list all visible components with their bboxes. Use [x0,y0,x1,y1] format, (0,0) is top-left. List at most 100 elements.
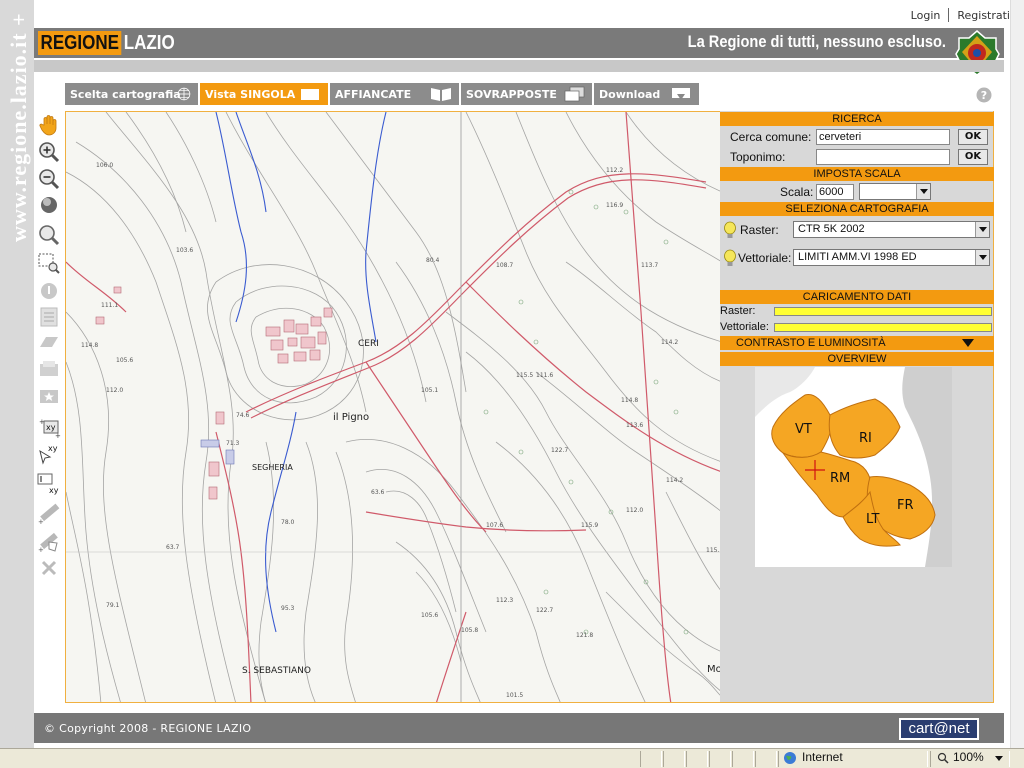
zoom-out-icon[interactable] [37,167,61,191]
tab-scelta-cartografia[interactable]: Scelta cartografia [65,83,199,105]
statusbar-cell [755,751,777,767]
overview-map[interactable]: VT RI RM FR LT [755,367,952,567]
svg-text:114.8: 114.8 [81,342,98,349]
toponimo-ok-button[interactable]: OK [958,149,988,165]
pan-hand-icon[interactable] [37,113,61,137]
map-label-ceri: CERI [358,339,379,349]
chevron-down-icon [916,184,930,199]
overview-label-vt: VT [795,422,812,437]
zoom-in-icon[interactable] [37,140,61,164]
help-icon[interactable]: ? [976,87,992,103]
vettoriale-load-label: Vettoriale: [720,321,769,333]
scala-input[interactable]: 6000 [816,184,854,200]
ricerca-header: RICERCA [720,112,994,126]
overview-label-rm: RM [830,471,850,486]
raster-select[interactable]: CTR 5K 2002 [793,221,990,238]
svg-text:112.0: 112.0 [626,507,643,514]
overview-header: OVERVIEW [720,352,994,366]
map-viewport[interactable]: 106.0 103.6 111.1 114.8 105.6 112.0 112.2 116.… [65,111,721,703]
toponimo-label: Toponimo: [730,150,786,164]
svg-text:121.8: 121.8 [576,632,593,639]
single-view-icon [301,89,319,100]
svg-text:122.7: 122.7 [551,447,568,454]
toponimo-input[interactable] [816,149,950,165]
svg-text:105.6: 105.6 [421,612,438,619]
svg-text:114.2: 114.2 [666,477,683,484]
footer-copyright: © Copyright 2008 - REGIONE LAZIO [44,722,252,735]
topographic-map[interactable]: 106.0 103.6 111.1 114.8 105.6 112.0 112.2 116.… [66,112,721,703]
logo-regione: REGIONE [38,31,122,55]
tab-download[interactable]: Download [594,83,700,105]
measure-area-icon[interactable]: + [37,529,61,553]
svg-text:115.9: 115.9 [581,522,598,529]
print-icon[interactable] [37,357,61,381]
zoom-magnifier-icon[interactable] [937,752,949,764]
full-extent-globe-icon[interactable] [37,193,61,217]
svg-text:103.6: 103.6 [176,247,193,254]
contrasto-title: CONTRASTO E LUMINOSITÀ [736,337,886,349]
statusbar-zoom[interactable]: 100% [953,750,984,764]
svg-text:xy: xy [48,444,58,453]
raster-load-progress [774,307,992,316]
raster-load-label: Raster: [720,305,756,317]
vettoriale-select[interactable]: LIMITI AMM.VI 1998 ED [793,249,990,266]
cartnet-logo[interactable]: cart@net [899,718,979,740]
cerca-comune-ok-button[interactable]: OK [958,129,988,145]
zoom-box-icon[interactable] [37,251,61,275]
svg-text:122.7: 122.7 [536,607,553,614]
add-coordinates-icon[interactable]: + xy + [37,416,61,440]
svg-text:105.6: 105.6 [116,357,133,364]
raster-lightbulb-icon[interactable] [723,221,737,241]
raster-label: Raster: [740,223,779,237]
imposta-scala-header: IMPOSTA SCALA [720,167,994,181]
tab-label: AFFIANCATE [335,87,412,101]
list-icon[interactable] [37,305,61,329]
cerca-comune-input[interactable]: cerveteri [816,129,950,145]
svg-text:113.6: 113.6 [626,422,643,429]
statusbar-cell [686,751,708,767]
clear-x-icon[interactable] [37,556,61,580]
svg-text:108.7: 108.7 [496,262,513,269]
locate-coordinates-icon[interactable]: xy [37,443,61,467]
left-brand-strip: www.regione.lazio.it + [0,0,34,748]
cerca-comune-label: Cerca comune: [730,130,812,144]
tab-sovrapposte[interactable]: SOVRAPPOSTE [461,83,593,105]
map-label-pigno: il Pigno [333,412,369,423]
svg-text:95.3: 95.3 [281,605,295,612]
svg-text:74.6: 74.6 [236,412,250,419]
tab-vista-singola[interactable]: Vista SINGOLA [200,83,329,105]
site-logo[interactable]: REGIONE LAZIO [38,31,184,55]
svg-text:115.1: 115.1 [706,547,721,554]
chevron-down-icon[interactable] [995,756,1003,761]
map-label-segheria: SEGHERIA [252,463,293,472]
download-icon [672,88,690,100]
login-link[interactable]: Login [911,9,941,22]
info-icon[interactable] [37,279,61,303]
zoom-window-icon[interactable] [37,223,61,247]
coordinate-input-icon[interactable]: xy [37,471,61,495]
chevron-down-icon [975,250,989,265]
svg-text:114.8: 114.8 [621,397,638,404]
vettoriale-lightbulb-icon[interactable] [723,249,737,269]
svg-text:101.5: 101.5 [506,692,523,699]
svg-text:114.2: 114.2 [661,339,678,346]
scala-label: Scala: [780,185,814,199]
register-link[interactable]: Registrati [957,9,1010,22]
svg-text:112.3: 112.3 [496,597,513,604]
grid-globe-icon [177,87,191,101]
measure-ruler-icon[interactable]: + [37,501,61,525]
contrasto-header[interactable]: CONTRASTO E LUMINOSITÀ [720,336,994,350]
layer-icon[interactable] [37,331,61,355]
svg-text:106.0: 106.0 [96,162,113,169]
svg-text:112.2: 112.2 [606,167,623,174]
caricamento-dati-header: CARICAMENTO DATI [720,290,994,304]
map-label-edge: Mo [707,664,721,675]
overview-label-ri: RI [859,431,872,446]
overview-label-lt: LT [866,512,879,527]
page-scrollbar[interactable] [1010,0,1024,748]
side-watermark: www.regione.lazio.it + [6,12,31,242]
scala-select[interactable] [859,183,931,200]
tab-affiancate[interactable]: AFFIANCATE [330,83,460,105]
svg-text:+: + [38,518,44,525]
bookmark-star-icon[interactable] [37,384,61,408]
